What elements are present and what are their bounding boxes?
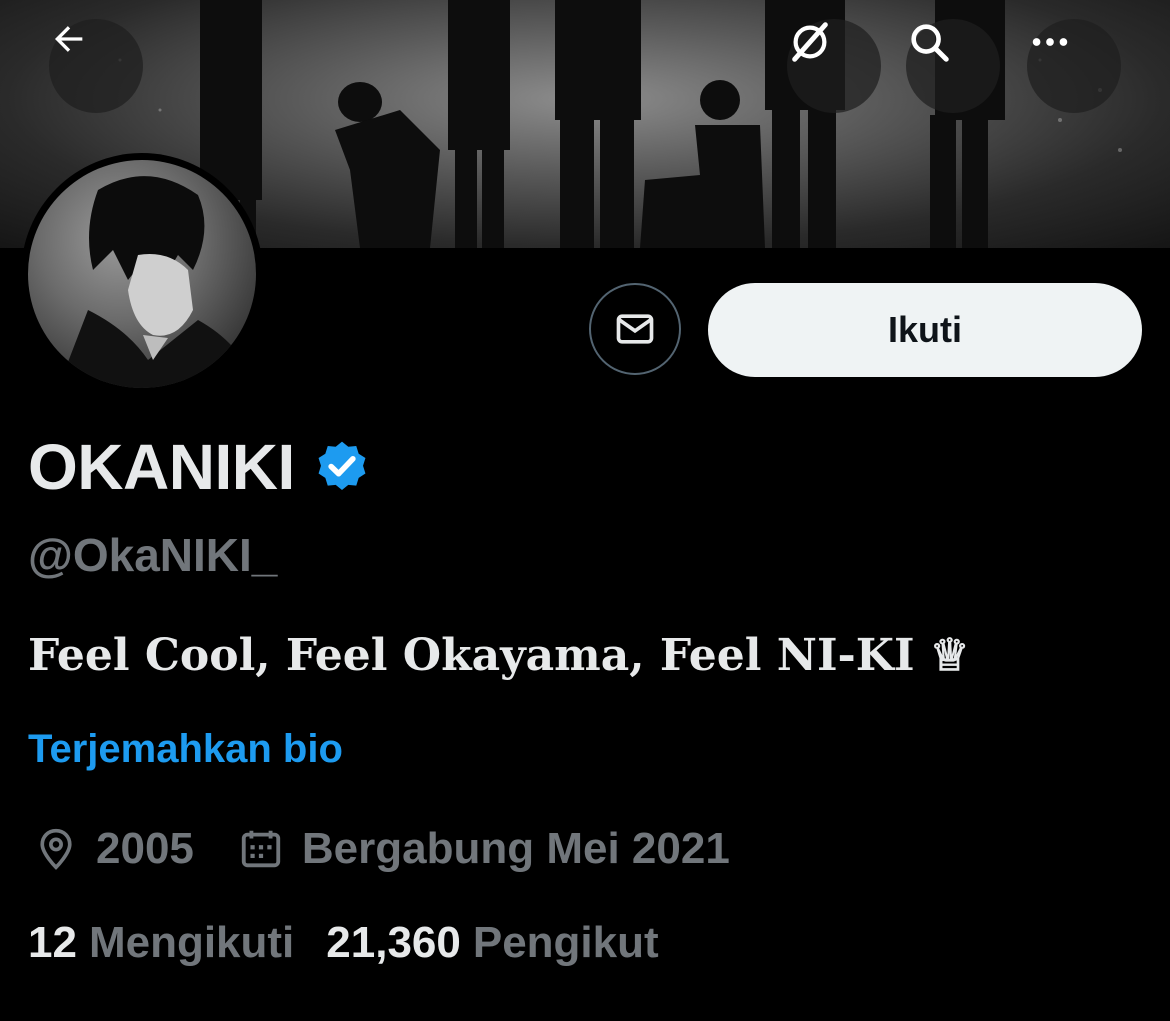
search-button[interactable]: [906, 19, 1000, 113]
more-horizontal-icon: [1032, 38, 1068, 46]
profile-bio: Feel Cool, Feel Okayama, Feel NI-KI ♕: [28, 630, 970, 681]
back-button[interactable]: [49, 19, 143, 113]
profile-handle: @OkaNIKI_: [28, 529, 278, 581]
avatar-photo: [28, 160, 256, 388]
search-icon: [911, 24, 949, 62]
followers-link[interactable]: 21,360 Pengikut: [326, 918, 658, 968]
location-item: 2005: [34, 824, 194, 874]
grok-icon: [792, 22, 828, 62]
follow-button[interactable]: Ikuti: [708, 283, 1142, 377]
envelope-icon: [616, 314, 654, 344]
calendar-icon: [241, 830, 281, 868]
profile-stats: 12 Mengikuti 21,360 Pengikut: [28, 918, 659, 968]
joined-item: Bergabung Mei 2021: [238, 824, 730, 874]
following-link[interactable]: 12 Mengikuti: [28, 918, 294, 968]
display-name: OKANIKI: [28, 431, 295, 503]
followers-label: Pengikut: [472, 918, 659, 967]
following-count: 12: [28, 918, 77, 967]
avatar[interactable]: [21, 153, 263, 395]
following-label: Mengikuti: [88, 918, 295, 967]
location-text: 2005: [96, 824, 194, 873]
joined-text: Bergabung Mei 2021: [301, 824, 730, 873]
profile-name-row: OKANIKI: [28, 430, 371, 504]
more-button[interactable]: [1027, 19, 1121, 113]
grok-button[interactable]: [787, 19, 881, 113]
profile-meta: 2005 Bergabung Mei 2021: [34, 824, 730, 874]
arrow-left-icon: [55, 26, 83, 52]
followers-count: 21,360: [326, 918, 461, 967]
verified-badge-icon[interactable]: [313, 438, 371, 496]
translate-bio-link[interactable]: Terjemahkan bio: [28, 727, 343, 772]
message-button[interactable]: [589, 283, 681, 375]
location-pin-icon: [40, 828, 72, 870]
